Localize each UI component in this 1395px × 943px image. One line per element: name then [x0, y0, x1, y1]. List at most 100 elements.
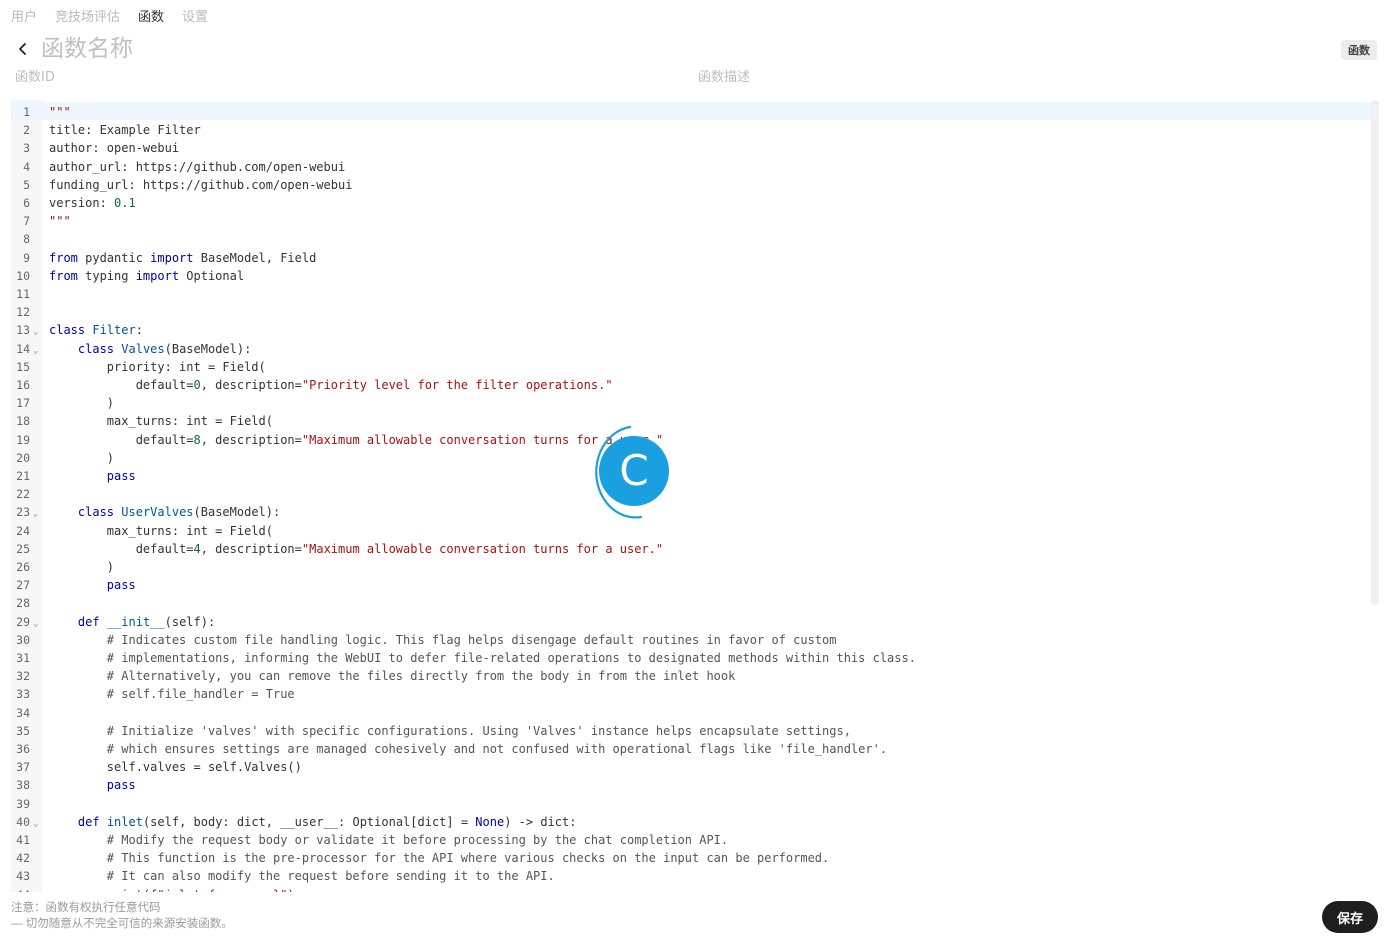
- chevron-left-icon: [19, 43, 26, 55]
- code-text: ): [49, 450, 115, 465]
- line-number: 32: [16, 669, 30, 684]
- loader-glyph: C: [619, 446, 648, 495]
- line-number: 40: [16, 814, 30, 829]
- code-text: # implementations, informing the WebUI t…: [106, 651, 916, 665]
- function-name-input[interactable]: [41, 36, 441, 62]
- code-text: # Alternatively, you can remove the file…: [106, 669, 736, 684]
- code-line: 38 pass: [11, 776, 1371, 794]
- code-line: 27 pass: [11, 576, 1371, 594]
- code-text: self.valves = self.Valves(): [49, 760, 302, 775]
- function-id-input[interactable]: [15, 70, 315, 85]
- code-text: # It can also modify the request before …: [106, 869, 555, 884]
- code-text: class Filter:: [49, 323, 143, 338]
- code-line: 36 # which ensures settings are managed …: [11, 740, 1371, 758]
- line-number: 9: [23, 250, 30, 265]
- back-button[interactable]: [11, 35, 35, 63]
- code-text: """: [49, 105, 71, 119]
- save-button[interactable]: 保存: [1322, 901, 1378, 933]
- line-number: 17: [16, 396, 30, 411]
- code-line: 11: [11, 285, 1371, 303]
- line-number: 24: [16, 523, 30, 538]
- line-number: 23: [16, 505, 30, 520]
- tab-users[interactable]: 用户: [11, 8, 37, 26]
- code-line: 41 # Modify the request body or validate…: [11, 831, 1371, 849]
- code-line: 9 from pydantic import BaseModel, Field: [11, 249, 1371, 267]
- code-text: # Modify the request body or validate it…: [106, 833, 729, 847]
- line-number: 3: [23, 141, 30, 156]
- line-number: 1: [23, 105, 30, 119]
- tab-arena-evaluation[interactable]: 竞技场评估: [55, 8, 120, 26]
- code-text: max_turns: int = Field(: [49, 414, 273, 429]
- line-number: 11: [16, 287, 30, 301]
- code-text: max_turns: int = Field(: [49, 523, 273, 538]
- line-number: 41: [16, 833, 30, 847]
- code-text: priority: int = Field(: [49, 359, 266, 374]
- code-editor[interactable]: 1 """ 2 title: Example Filter 3 author: open-…: [11, 100, 1379, 892]
- line-number: 5: [23, 177, 30, 192]
- meta-row: [15, 70, 1375, 90]
- code-line: 10 from typing import Optional: [11, 267, 1371, 285]
- code-line: 43 # It can also modify the request befo…: [11, 867, 1371, 885]
- line-number: 2: [23, 123, 30, 138]
- code-line: 44 print(f"inlet:{__name__}"): [11, 886, 1371, 892]
- line-number: 22: [16, 487, 30, 502]
- line-number: 15: [16, 359, 30, 374]
- line-number: 37: [16, 760, 30, 775]
- top-nav-tabs: 用户 竞技场评估 函数 设置: [11, 8, 208, 26]
- line-number: 26: [16, 560, 30, 574]
- editor-scrollbar[interactable]: [1371, 100, 1379, 605]
- line-number: 35: [16, 723, 30, 738]
- code-line: 21 pass: [11, 467, 1371, 485]
- line-number: 38: [16, 778, 30, 793]
- line-number: 44: [11, 886, 30, 892]
- code-line: 16 default=0, description="Priority leve…: [11, 376, 1371, 394]
- line-number: 7: [23, 214, 30, 229]
- code-line: 6 version: 0.1: [11, 194, 1371, 212]
- title-row: 函数: [11, 34, 1383, 64]
- code-text: """: [49, 214, 71, 229]
- line-number: 25: [16, 541, 30, 556]
- line-number: 10: [16, 268, 30, 283]
- line-number: 16: [16, 378, 30, 392]
- code-text: pass: [106, 578, 136, 593]
- code-line: 17 ): [11, 394, 1371, 412]
- code-line: 3 author: open-webui: [11, 139, 1371, 157]
- code-text: version: 0.1: [49, 196, 136, 210]
- code-text: # This function is the pre-processor for…: [106, 851, 830, 866]
- loading-spinner-icon: C: [595, 425, 669, 519]
- line-number: 6: [23, 196, 30, 210]
- line-number: 36: [16, 742, 30, 756]
- code-text: default=4, description="Maximum allowabl…: [49, 541, 664, 556]
- code-text: # self.file_handler = True: [106, 687, 295, 702]
- code-text: # which ensures settings are managed coh…: [106, 742, 888, 756]
- code-line: 18 max_turns: int = Field(: [11, 412, 1371, 430]
- code-line: 42 # This function is the pre-processor …: [11, 849, 1371, 867]
- function-description-input[interactable]: [698, 70, 998, 85]
- code-line: 14 ⌄ class Valves(BaseModel):: [11, 340, 1371, 358]
- code-line: 26 ): [11, 558, 1371, 576]
- code-text: # Initialize 'valves' with specific conf…: [106, 723, 851, 738]
- code-text: class UserValves(BaseModel):: [77, 505, 281, 520]
- line-number: 27: [16, 578, 30, 593]
- code-line: 29 ⌄ def __init__(self):: [11, 613, 1371, 631]
- code-text: from pydantic import BaseModel, Field: [49, 250, 317, 265]
- line-number: 29: [16, 614, 30, 629]
- code-line: 37 self.valves = self.Valves(): [11, 758, 1371, 776]
- code-line: 23 ⌄ class UserValves(BaseModel):: [11, 503, 1371, 521]
- line-number: 18: [16, 414, 30, 429]
- code-line: 30 # Indicates custom file handling logi…: [11, 631, 1371, 649]
- code-line: 1 """: [11, 103, 1371, 121]
- code-line: 2 title: Example Filter: [11, 121, 1371, 139]
- tab-settings[interactable]: 设置: [182, 8, 208, 26]
- code-line: 25 default=4, description="Maximum allow…: [11, 540, 1371, 558]
- warning-line-2: — 切勿随意从不完全可信的来源安装函数。: [11, 918, 233, 930]
- code-line: 8: [11, 230, 1371, 248]
- code-text: def __init__(self):: [77, 614, 216, 629]
- code-line: 22: [11, 485, 1371, 503]
- code-text: author: open-webui: [49, 141, 180, 156]
- tab-functions[interactable]: 函数: [138, 8, 164, 26]
- code-text: print(f"inlet:{__name__}"): [49, 886, 295, 892]
- code-text: pass: [106, 778, 136, 793]
- line-number: 21: [16, 469, 30, 483]
- code-line: 28: [11, 594, 1371, 612]
